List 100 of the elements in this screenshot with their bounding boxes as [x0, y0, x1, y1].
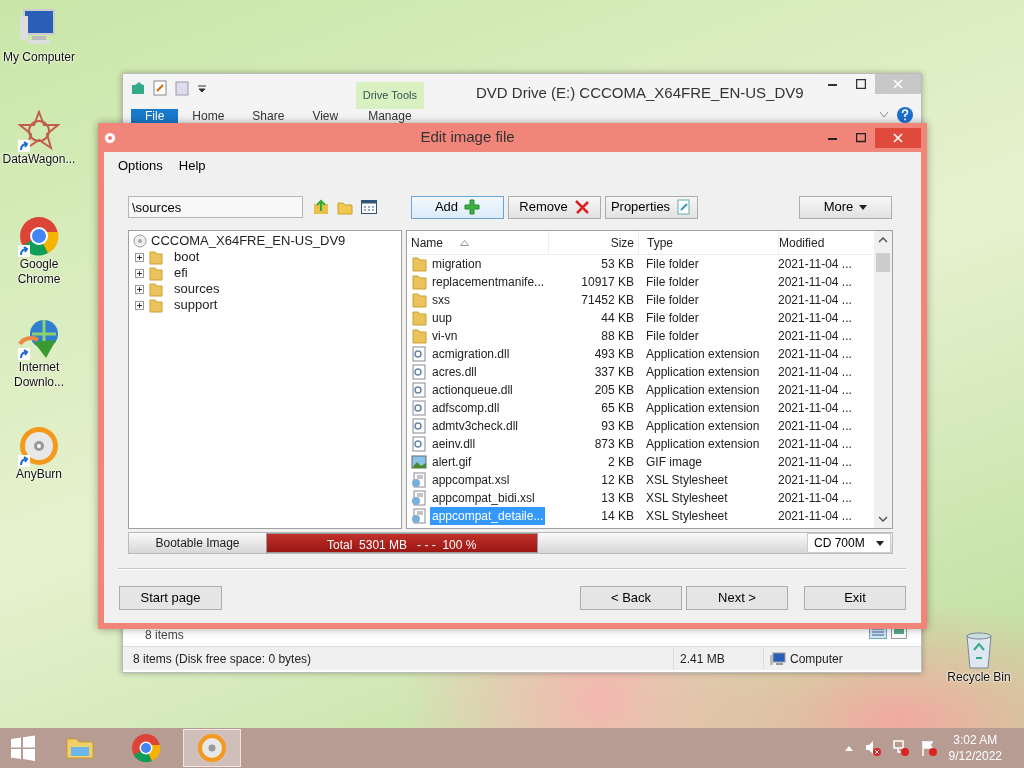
table-cell-text: 14 KB: [600, 508, 635, 525]
table-cell-text: 2021-11-04 ...: [778, 256, 853, 273]
document-icon: [676, 199, 693, 215]
maximize-icon: [856, 79, 866, 89]
path-field[interactable]: \sources: [128, 196, 303, 218]
status-text: 8 items (Disk free space: 0 bytes): [132, 650, 313, 668]
chevron-down-icon[interactable]: [879, 111, 889, 119]
grid-view-icon[interactable]: [361, 200, 377, 214]
table-cell-text: 65 KB: [600, 400, 635, 417]
table-cell-text: File folder: [645, 310, 700, 327]
scroll-thumb[interactable]: [876, 253, 890, 272]
scroll-down-icon[interactable]: [878, 516, 888, 522]
table-cell-text: Application extension: [645, 400, 761, 417]
file-name[interactable]: migration: [430, 255, 484, 273]
more-button[interactable]: More: [799, 195, 892, 219]
gear-file-icon: [411, 418, 427, 434]
desktop-icon-label[interactable]: My Computer: [0, 50, 78, 65]
script-file-icon: [411, 490, 427, 506]
table-cell-text: 2021-11-04 ...: [778, 418, 853, 435]
disc-icon[interactable]: [18, 425, 60, 467]
table-cell-text: File folder: [645, 274, 700, 291]
chevron-up-icon[interactable]: [844, 745, 853, 751]
help-icon[interactable]: [897, 107, 913, 123]
window-title: DVD Drive (E:) CCCOMA_X64FRE_EN-US_DV9: [476, 83, 804, 103]
toolbar-button[interactable]: Remove: [508, 195, 601, 219]
table-cell-text: 88 KB: [600, 328, 635, 345]
column-header[interactable]: Type: [647, 233, 673, 252]
table-cell-text: XSL Stylesheet: [645, 508, 729, 525]
scrollbar[interactable]: [874, 231, 892, 528]
chrome-icon[interactable]: [18, 215, 60, 257]
file-name[interactable]: sxs: [430, 291, 452, 309]
maximize-icon: [856, 132, 866, 143]
computer-icon: [770, 651, 786, 666]
table-cell-text: Application extension: [645, 418, 761, 435]
caret-icon: [876, 540, 884, 546]
column-header[interactable]: Name: [411, 233, 443, 252]
table-cell-text: 2021-11-04 ...: [778, 400, 853, 417]
file-name[interactable]: adfscomp.dll: [430, 399, 502, 417]
network-icon[interactable]: [892, 740, 909, 756]
table-cell-text: Application extension: [645, 382, 761, 399]
desktop-icon-label[interactable]: AnyBurn: [0, 467, 78, 482]
disc-icon: [197, 733, 227, 763]
dialog-button[interactable]: < Back: [580, 586, 682, 610]
file-name[interactable]: admtv3check.dll: [430, 417, 521, 435]
plus-icon: [464, 199, 481, 215]
expand-icon[interactable]: [135, 284, 144, 294]
file-name[interactable]: acmigration.dll: [430, 345, 512, 363]
table-cell-text: Application extension: [645, 364, 761, 381]
dialog-button[interactable]: Next >: [686, 586, 788, 610]
table-cell-text: File folder: [645, 328, 700, 345]
toolbar-button[interactable]: Add: [411, 195, 504, 219]
dialog-button[interactable]: Start page: [119, 586, 222, 610]
menu-item[interactable]: Options: [110, 154, 171, 174]
table-cell-text: File folder: [645, 256, 700, 273]
desktop-icon-label[interactable]: Internet Downlo...: [0, 360, 78, 390]
table-cell-text: XSL Stylesheet: [645, 490, 729, 507]
column-header[interactable]: Size: [610, 233, 634, 252]
windows-logo-icon: [9, 735, 36, 761]
capacity-text: Total 5301 MB - - - 100 %: [326, 537, 478, 554]
table-cell-text: GIF image: [645, 454, 703, 471]
ribbon-tab[interactable]: Share: [238, 109, 299, 124]
dropdown-icon[interactable]: [197, 83, 207, 93]
media-dropdown[interactable]: CD 700M: [807, 533, 891, 553]
folder-up-icon[interactable]: [313, 199, 329, 215]
table-cell-text: 13 KB: [600, 490, 635, 507]
table-cell-text: 12 KB: [600, 472, 635, 489]
file-name[interactable]: actionqueue.dll: [430, 381, 515, 399]
expand-icon[interactable]: [135, 268, 144, 278]
star-pattern-icon[interactable]: [18, 110, 60, 152]
file-name[interactable]: aeinv.dll: [430, 435, 478, 453]
file-name[interactable]: uup: [430, 309, 455, 327]
column-header[interactable]: Modified: [779, 233, 825, 252]
table-cell-text: 2021-11-04 ...: [778, 454, 853, 471]
recycle-bin-icon[interactable]: [964, 630, 994, 670]
desktop-icon-label[interactable]: DataWagon...: [0, 152, 78, 167]
file-name[interactable]: appcompat.xsl: [430, 471, 512, 489]
dialog-button[interactable]: Exit: [804, 586, 906, 610]
status-text: 8 items: [145, 627, 184, 644]
file-name[interactable]: replacementmanife...: [430, 273, 547, 291]
table-cell-text: 2021-11-04 ...: [778, 508, 853, 525]
document-icon[interactable]: [153, 80, 167, 96]
expand-icon[interactable]: [135, 300, 144, 310]
script-file-icon: [411, 472, 427, 488]
ribbon-tab[interactable]: View: [298, 109, 353, 124]
desktop-icon-label[interactable]: Google Chrome: [0, 257, 78, 287]
disc-icon: [133, 234, 147, 248]
toolbar-button[interactable]: Properties: [605, 195, 698, 219]
expand-icon[interactable]: [135, 252, 144, 262]
file-name[interactable]: vi-vn: [430, 327, 460, 345]
speaker-muted-icon[interactable]: [864, 740, 881, 756]
ribbon-tab[interactable]: Home: [178, 109, 239, 124]
file-name[interactable]: alert.gif: [430, 453, 474, 471]
cross-icon: [573, 199, 590, 215]
file-name[interactable]: appcompat_bidi.xsl: [430, 489, 537, 507]
file-name[interactable]: acres.dll: [430, 363, 479, 381]
flag-icon[interactable]: [920, 740, 937, 756]
gear-file-icon: [411, 346, 427, 362]
desktop-icon-label[interactable]: Recycle Bin: [940, 670, 1018, 685]
menu-item[interactable]: Help: [170, 154, 214, 174]
scroll-up-icon[interactable]: [878, 237, 888, 243]
